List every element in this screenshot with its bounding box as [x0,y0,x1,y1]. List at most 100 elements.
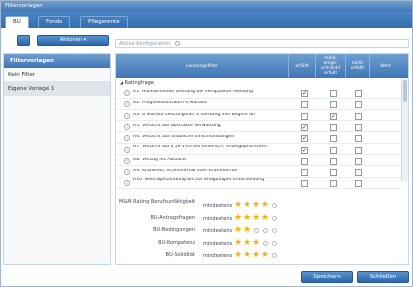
star-icon[interactable]: ★ [252,238,260,248]
row-label: R7: Verzicht auf § 19 VVG bei unversch. … [133,144,269,149]
table-row: i R8: Verzug ins Ausland [116,156,401,167]
star-icon[interactable]: ★ [243,226,251,235]
checkbox-nicht-erfuellt[interactable] [355,157,362,165]
star-icon[interactable]: ★ [243,213,251,223]
star-icon[interactable]: ★ [261,213,269,223]
checkbox-eingeschraenkt[interactable] [330,180,337,188]
col-nicht-erfuellt: nicht erfüllt [345,54,369,78]
info-icon[interactable]: i [124,112,130,119]
star-icon[interactable]: ★ [252,201,260,210]
checkbox-nicht-erfuellt[interactable] [355,169,362,177]
empty-star-icon[interactable] [272,228,277,233]
empty-star-icon[interactable] [263,228,268,233]
save-button[interactable]: Speichern [301,271,353,283]
row-label: R2: Prognosezeitraum 6 Monate [133,101,207,106]
tab-bar: BU Fonds Pflegerente [1,12,412,28]
tab-fonds[interactable]: Fonds [38,16,71,28]
sidebar-item-kein-filter[interactable]: Kein Filter [4,68,110,82]
star-icon[interactable]: ★ [243,238,251,248]
table-row: i R6: Verzicht auf unübliche Einschränkun… [116,133,401,144]
checkbox-eingeschraenkt[interactable] [330,135,337,143]
checkbox-erfuellt[interactable]: ✓ [301,123,308,131]
star-icon[interactable]: ★ [243,201,251,210]
group-row[interactable]: ◢ Ratingfrage [116,78,401,88]
checkbox-nicht-erfuellt[interactable] [355,101,362,109]
filter-window: Filtervorlagen BU Fonds Pflegerente + Ak… [0,0,413,287]
table-row: i R2: Prognosezeitraum 6 Monate [116,99,401,110]
checkbox-erfuellt[interactable] [301,112,308,120]
active-config-field[interactable]: Aktive Konfiguration: [115,39,409,48]
filter-grid: Leistungsfilter erfüllt mind. einge- sch… [115,53,409,265]
info-icon[interactable]: i [124,169,130,176]
checkbox-eingeschraenkt[interactable]: ✓ [330,112,337,120]
checkbox-erfuellt[interactable] [301,180,308,188]
rating-min-label: mindestens [203,240,233,247]
info-icon[interactable]: i [124,135,130,142]
table-row: i R1: Rückwirkende Leistung bei verspätet… [116,88,401,99]
rating-label: BU-Bedingungen [153,227,195,233]
info-icon[interactable]: i [124,90,130,96]
checkbox-erfuellt[interactable]: ✓ [301,135,308,143]
empty-star-icon[interactable] [272,215,277,221]
star-icon[interactable]: ★ [234,238,242,248]
row-label: R8: Verzug ins Ausland [133,157,186,162]
info-icon[interactable]: i [124,123,130,130]
checkbox-erfuellt[interactable]: ✓ [301,146,308,154]
checkbox-erfuellt[interactable]: ✓ [301,90,308,97]
checkbox-erfuellt[interactable] [301,101,308,109]
info-icon[interactable]: i [124,180,130,187]
star-icon[interactable]: ★ [252,251,260,260]
rating-min-label: mindestens [203,228,233,234]
checkbox-nicht-erfuellt[interactable] [355,135,362,143]
empty-star-icon[interactable] [272,203,277,208]
info-icon [175,41,181,46]
col-wert: Wert [369,54,401,78]
star-icon[interactable]: ★ [234,226,242,235]
checkbox-eingeschraenkt[interactable] [330,146,337,154]
rating-min-label: mindestens [203,203,233,209]
star-icon[interactable]: ★ [261,201,269,210]
star-icon[interactable]: ★ [252,213,260,223]
checkbox-nicht-erfuellt[interactable] [355,90,362,97]
tab-pflegerente[interactable]: Pflegerente [80,16,128,28]
checkbox-eingeschraenkt[interactable] [330,123,337,131]
toolbar: + Aktionen ▾ [3,35,113,49]
scroll-thumb[interactable] [403,80,407,102]
close-button[interactable]: Schließen [357,271,409,283]
empty-star-icon[interactable] [272,240,277,246]
row-label: R10: Beitragsstundung bis zur endgültige… [133,178,265,183]
collapse-icon[interactable]: ◢ [120,80,123,85]
rating-label: BU-Solidität [165,252,195,258]
checkbox-nicht-erfuellt[interactable] [355,112,362,120]
star-icon[interactable]: ★ [234,213,242,223]
empty-star-icon[interactable] [263,240,268,246]
rating-row: BU-Kompetenz mindestens ★ ★ ★ [116,238,316,250]
checkbox-eingeschraenkt[interactable] [330,90,337,97]
empty-star-icon[interactable] [272,253,277,258]
info-icon[interactable]: i [124,157,130,164]
empty-star-icon[interactable] [254,228,259,233]
checkbox-nicht-erfuellt[interactable] [355,123,362,131]
table-row: i R5: Verzicht auf abstrakte Verweisung ✓ [116,122,401,133]
rating-label: BU-Kompetenz [158,239,195,246]
checkbox-nicht-erfuellt[interactable] [355,180,362,188]
col-eingeschraenkt: mind. einge- schränkt erfüllt [315,54,345,78]
star-icon[interactable]: ★ [234,251,242,260]
checkbox-erfuellt[interactable] [301,157,308,165]
sidebar-item-eigene-vorlage[interactable]: Eigene Vorlage 1 [4,82,110,96]
checkbox-nicht-erfuellt[interactable] [355,146,362,154]
star-icon[interactable]: ★ [243,251,251,260]
sidebar: Filtervorlagen Kein Filter Eigene Vorlag… [3,53,111,265]
checkbox-eingeschraenkt[interactable] [330,101,337,109]
actions-button[interactable]: Aktionen ▾ [37,35,109,46]
info-icon[interactable]: i [124,146,130,153]
checkbox-eingeschraenkt[interactable] [330,157,337,165]
checkbox-erfuellt[interactable] [301,169,308,177]
row-label: R9: Krankheit, Kräfteverfall oder Kräfte… [133,169,238,174]
star-icon[interactable]: ★ [234,201,242,210]
grid-scrollbar[interactable] [401,78,408,181]
info-icon[interactable]: i [124,101,130,108]
tab-bu[interactable]: BU [5,16,29,28]
checkbox-eingeschraenkt[interactable] [330,169,337,177]
star-icon[interactable]: ★ [261,251,269,260]
